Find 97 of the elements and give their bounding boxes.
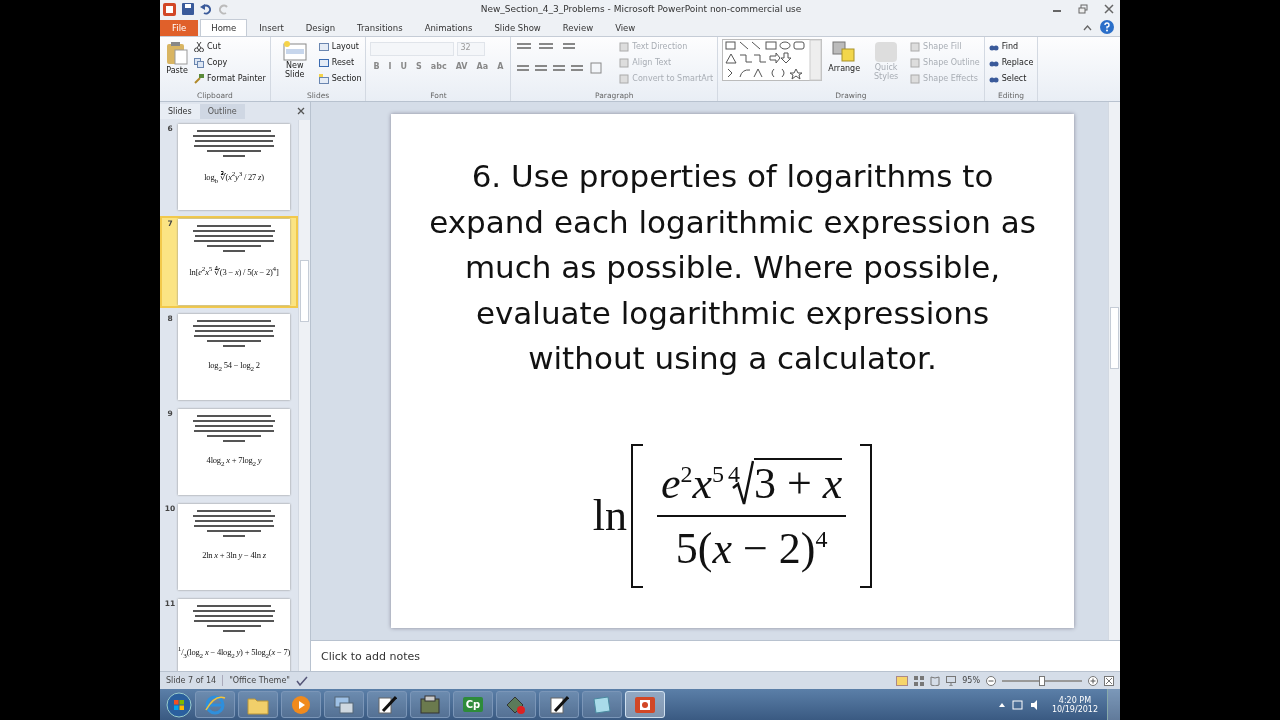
globe-e-icon [204, 693, 226, 716]
thumbnail-formula: $^{1}$/$_{3}$(log$_{2}$ x − 4log$_{2}$ y) + 5log$_{2}$(x − 7) [177, 645, 291, 660]
restore-icon[interactable] [1078, 4, 1088, 14]
thumbnail-formula: log$_{b}$ ∛(x$^{2}$y$^{3}$ / 27 z) [204, 170, 264, 185]
thumbnail-formula: ln[e$^{2}$x$^{5}$ ∜(3 − x) / 5(x − 2)$^{4}$] [189, 265, 279, 277]
notepad-icon [591, 694, 613, 715]
taskbar-app[interactable] [367, 691, 407, 718]
font-name-field[interactable] [370, 42, 455, 56]
arrange-button[interactable]: Arrange [826, 39, 863, 75]
ribbon-tab[interactable]: Slide Show [484, 20, 551, 36]
format-button[interactable]: I [385, 62, 395, 71]
pen-on-paper-icon [549, 694, 569, 715]
copy-icon [194, 57, 204, 68]
theme-name: "Office Theme" [229, 676, 290, 685]
slide-thumbnail[interactable]: log$_{b}$ ∛(x$^{2}$y$^{3}$ / 27 z) [178, 124, 290, 210]
section-icon [318, 73, 329, 84]
paintbrush-icon [194, 73, 204, 84]
app-tile: Cp [462, 697, 484, 712]
slideshow-view-icon[interactable] [946, 675, 957, 686]
grid-view-icon[interactable] [914, 675, 925, 686]
slides-app-icon [634, 694, 656, 715]
style-swatch-icon [874, 41, 899, 63]
square-icon [910, 73, 921, 84]
network-tool-icon [333, 694, 355, 715]
recorder-icon [505, 694, 527, 715]
stacked-squares-icon [832, 41, 857, 63]
normal-view-icon[interactable] [896, 675, 909, 686]
notes-field[interactable]: Click to add notes [311, 640, 1120, 671]
zoom-in-icon[interactable] [1088, 675, 1098, 686]
slide-layout-icon [318, 57, 329, 68]
ribbon-tab[interactable]: Home [200, 19, 248, 36]
taskbar-app[interactable]: Cp [453, 691, 493, 718]
shapes-gallery-icon[interactable] [722, 39, 823, 81]
editing-command[interactable]: Replace [988, 55, 1034, 70]
clock-date: 10/19/2012 [1051, 704, 1098, 714]
save-icon[interactable] [182, 3, 194, 15]
slide-icon [282, 41, 307, 61]
new-slide-button[interactable]: New Slide [274, 39, 315, 82]
slide-title: 6. Use properties of logarithms to expand each logarithmic expression as much as possible. Where possible, evaluate logarithmic expressions without using a calculator. [428, 157, 1037, 378]
file-tab[interactable]: File [160, 20, 199, 36]
window-title: New_Section_4_3_Problems - Microsoft PowerPoint non-commercial use [479, 4, 803, 14]
close-icon[interactable] [1104, 4, 1114, 14]
slide-counter: Slide 7 of 14 [166, 676, 217, 685]
slide-thumbnail[interactable]: ln[e$^{2}$x$^{5}$ ∜(3 − x) / 5(x − 2)$^{4}$] [178, 219, 290, 305]
help-icon[interactable] [1100, 20, 1114, 34]
zoom-level: 95% [962, 676, 980, 685]
clock[interactable]: 4:20 PM 10/19/2012 [1051, 695, 1098, 714]
editing-command[interactable]: Select [988, 71, 1034, 86]
book-view-icon[interactable] [930, 675, 941, 686]
square-icon [619, 73, 630, 84]
ribbon-tab[interactable]: Design [295, 20, 346, 36]
close-icon[interactable] [297, 107, 305, 115]
log-expression: ln e$^{2}$x$^{5}$ $^{4}$ 3 + x 5(x − 2)$^{4}$ [592, 443, 873, 588]
thumbnail-formula: 4log$_{2}$ x + 7log$_{2}$ y [206, 455, 262, 468]
pane-tab[interactable]: Slides [160, 103, 200, 119]
zoom-out-icon[interactable] [986, 675, 996, 686]
square-icon [910, 41, 921, 52]
slide-thumbnail[interactable]: log$_{2}$ 54 − log$_{2}$ 2 [178, 314, 290, 400]
undo-icon[interactable] [200, 3, 212, 15]
pane-tab[interactable]: Outline [199, 103, 245, 119]
slide-thumbnail[interactable]: 4log$_{2}$ x + 7log$_{2}$ y [178, 409, 290, 495]
slide-thumbnail[interactable]: 2ln x + 3ln y − 4ln z [178, 504, 290, 590]
scrollbar[interactable] [298, 120, 310, 671]
spell-check-icon[interactable] [296, 675, 308, 686]
ribbon-tab[interactable]: Insert [249, 20, 294, 36]
editing-command[interactable]: Find [988, 39, 1034, 54]
paste-button[interactable]: Paste [164, 39, 190, 77]
ribbon-tab[interactable]: Transitions [347, 20, 413, 36]
square-icon [619, 57, 630, 68]
thumbnail-formula: 2ln x + 3ln y − 4ln z [202, 550, 266, 560]
layout-icon [318, 41, 329, 52]
ribbon-tab[interactable]: Review [552, 20, 604, 36]
pen-on-paper-icon [377, 694, 397, 715]
thumbnail-formula: log$_{2}$ 54 − log$_{2}$ 2 [208, 360, 260, 373]
layout-button[interactable]: Layout [318, 39, 362, 54]
section-button[interactable]: Section [318, 71, 362, 86]
taskbar-app[interactable] [539, 691, 579, 718]
copy-button[interactable]: Copy [194, 55, 266, 70]
archive-box-icon [419, 694, 441, 715]
minimize-ribbon-icon[interactable] [1083, 22, 1092, 32]
start-button-icon[interactable] [166, 691, 192, 718]
square-icon [619, 41, 630, 52]
cut-button[interactable]: Cut [194, 39, 266, 54]
play-circle-icon [291, 694, 311, 715]
scrollbar[interactable] [1108, 102, 1120, 640]
ribbon-tab[interactable]: Animations [414, 20, 483, 36]
scissors-icon [194, 41, 204, 52]
ribbon-tab[interactable]: View [605, 20, 646, 36]
zoom-thumb[interactable] [1039, 675, 1045, 686]
clock-time: 4:20 PM [1058, 695, 1092, 705]
app-logo-icon [163, 2, 176, 16]
clipboard-icon [166, 41, 188, 65]
slide-thumbnail[interactable]: $^{1}$/$_{3}$(log$_{2}$ x − 4log$_{2}$ y) + 5log$_{2}$(x − 7) [178, 599, 290, 671]
format-painter-button[interactable]: Format Painter [194, 71, 266, 86]
reset-button[interactable]: Reset [318, 55, 362, 70]
square-icon [910, 57, 921, 68]
fit-slide-icon[interactable] [1104, 675, 1114, 686]
